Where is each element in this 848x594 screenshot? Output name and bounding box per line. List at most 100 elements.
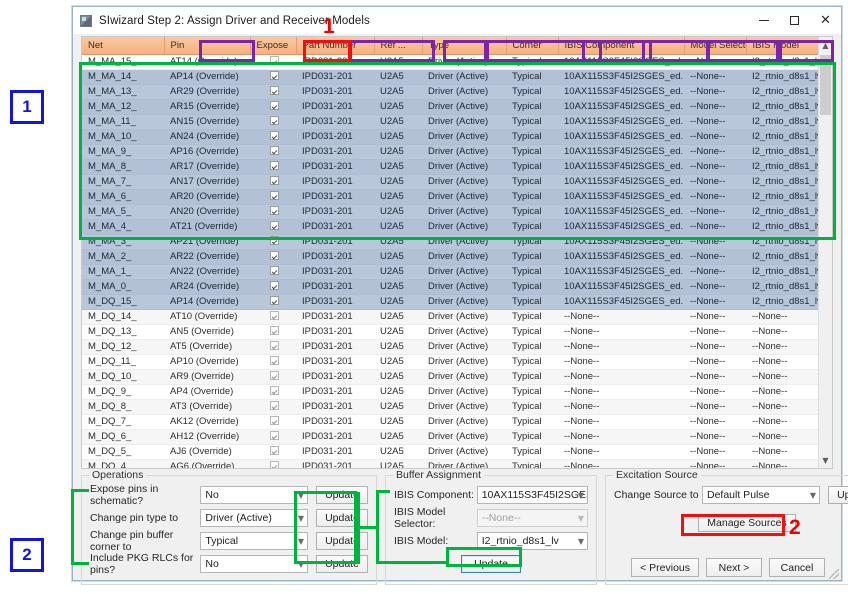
table-row[interactable]: M_DQ_11_ AP10 (Override) IPD031-201 U2A5 Dri… (82, 354, 832, 370)
checkbox-icon[interactable] (269, 56, 279, 65)
checkbox-icon[interactable] (269, 281, 279, 290)
buffer-update-button[interactable]: Update (461, 555, 521, 573)
table-row[interactable]: M_MA_15_ AT14 (Override) IPD031-201 U2A5 Dri… (82, 54, 832, 70)
checkbox-icon[interactable] (269, 401, 279, 410)
table-row[interactable]: M_MA_6_ AR20 (Override) IPD031-201 U2A5 Driv… (82, 189, 832, 205)
cancel-button[interactable]: Cancel (769, 558, 825, 577)
table-row[interactable]: M_MA_8_ AR17 (Override) IPD031-201 U2A5 Driv… (82, 159, 832, 175)
cell-expose (250, 414, 296, 430)
checkbox-icon[interactable] (269, 296, 279, 305)
column-header-net[interactable]: Net (82, 37, 165, 55)
table-row[interactable]: M_MA_12_ AR15 (Override) IPD031-201 U2A5 Dri… (82, 99, 832, 115)
operation-row-buffer-corner: Change pin buffer corner to Typical ▼ Up… (90, 529, 368, 553)
table-row[interactable]: M_MA_3_ AP21 (Override) IPD031-201 U2A5 Driv… (82, 234, 832, 250)
table-row[interactable]: M_MA_5_ AN20 (Override) IPD031-201 U2A5 Driv… (82, 204, 832, 220)
checkbox-icon[interactable] (269, 416, 279, 425)
scrollbar-thumb[interactable] (820, 55, 831, 115)
table-row[interactable]: M_DQ_8_ AT3 (Override) IPD031-201 U2A5 Drive… (82, 399, 832, 415)
checkbox-icon[interactable] (269, 146, 279, 155)
checkbox-icon[interactable] (269, 386, 279, 395)
next-button[interactable]: Next > (706, 558, 762, 577)
ibis-model-label: IBIS Model: (394, 535, 449, 547)
table-row[interactable]: M_MA_14_ AP14 (Override) IPD031-201 U2A5 Dri… (82, 69, 832, 85)
column-header-part-number[interactable]: Part Number (296, 37, 375, 55)
table-row[interactable]: M_DQ_15_ AP14 (Override) IPD031-201 U2A5 Dri… (82, 294, 832, 310)
column-header-expose[interactable]: Expose (250, 37, 297, 55)
column-header-ref[interactable]: Ref ... (374, 37, 423, 55)
checkbox-icon[interactable] (269, 116, 279, 125)
table-row[interactable]: M_DQ_10_ AR9 (Override) IPD031-201 U2A5 Driv… (82, 369, 832, 385)
pin-assignment-grid[interactable]: Net Pin Expose Part Number Ref ... Type … (81, 36, 833, 469)
table-row[interactable]: M_DQ_6_ AH12 (Override) IPD031-201 U2A5 Driv… (82, 429, 832, 445)
column-header-pin[interactable]: Pin (164, 37, 251, 55)
column-header-corner[interactable]: Corner (506, 37, 559, 55)
table-row[interactable]: M_MA_11_ AN15 (Override) IPD031-201 U2A5 Dri… (82, 114, 832, 130)
checkbox-icon[interactable] (269, 86, 279, 95)
column-header-ibis-component[interactable]: IBIS Component (558, 37, 685, 55)
table-row[interactable]: M_MA_2_ AR22 (Override) IPD031-201 U2A5 Driv… (82, 249, 832, 265)
ibis-component-combo[interactable]: 10AX115S3F45I2SGES_ed_synth ▼ (476, 486, 588, 504)
table-row[interactable]: M_DQ_13_ AN5 (Override) IPD031-201 U2A5 Driv… (82, 324, 832, 340)
manage-sources-button[interactable]: Manage Sources (698, 514, 796, 532)
expose-pins-update-button[interactable]: Update (316, 486, 368, 504)
table-row[interactable]: M_MA_9_ AP16 (Override) IPD031-201 U2A5 Driv… (82, 144, 832, 160)
table-row[interactable]: M_DQ_9_ AP4 (Override) IPD031-201 U2A5 Drive… (82, 384, 832, 400)
checkbox-icon[interactable] (269, 101, 279, 110)
checkbox-icon[interactable] (269, 176, 279, 185)
table-row[interactable]: M_MA_1_ AN22 (Override) IPD031-201 U2A5 Driv… (82, 264, 832, 280)
minimize-button[interactable] (748, 7, 779, 34)
operations-legend: Operations (89, 469, 147, 481)
checkbox-icon[interactable] (269, 161, 279, 170)
pkg-rlcs-combo[interactable]: No ▼ (200, 555, 308, 573)
excitation-update-button[interactable]: Update (828, 486, 848, 504)
checkbox-icon[interactable] (269, 356, 279, 365)
table-row[interactable]: M_DQ_5_ AJ6 (Override) IPD031-201 U2A5 Drive… (82, 444, 832, 460)
table-row[interactable]: M_DQ_7_ AK12 (Override) IPD031-201 U2A5 Driv… (82, 414, 832, 430)
vertical-scrollbar[interactable]: ▲ ▼ (818, 37, 832, 468)
table-row[interactable]: M_DQ_4_ AG6 (Override) IPD031-201 U2A5 Drive… (82, 459, 832, 468)
pkg-rlcs-update-button[interactable]: Update (316, 555, 368, 573)
table-row[interactable]: M_MA_7_ AN17 (Override) IPD031-201 U2A5 Driv… (82, 174, 832, 190)
table-row[interactable]: M_DQ_14_ AT10 (Override) IPD031-201 U2A5 Dri… (82, 309, 832, 325)
checkbox-icon[interactable] (269, 131, 279, 140)
change-source-combo[interactable]: Default Pulse ▼ (702, 486, 820, 504)
previous-button[interactable]: < Previous (631, 558, 699, 577)
checkbox-icon[interactable] (269, 236, 279, 245)
table-row[interactable]: M_MA_4_ AT21 (Override) IPD031-201 U2A5 Driv… (82, 219, 832, 235)
buffer-corner-combo[interactable]: Typical ▼ (200, 532, 308, 550)
checkbox-icon[interactable] (269, 251, 279, 260)
buffer-corner-update-button[interactable]: Update (316, 532, 368, 550)
checkbox-icon[interactable] (269, 431, 279, 440)
ibis-model-combo[interactable]: I2_rtnio_d8s1_lv ▼ (476, 532, 588, 550)
checkbox-icon[interactable] (269, 446, 279, 455)
checkbox-icon[interactable] (269, 461, 279, 468)
checkbox-icon[interactable] (269, 266, 279, 275)
pin-type-update-button[interactable]: Update (316, 509, 368, 527)
table-row[interactable]: M_MA_10_ AN24 (Override) IPD031-201 U2A5 Dri… (82, 129, 832, 145)
cell-ref: U2A5 (374, 264, 422, 280)
table-row[interactable]: M_DQ_12_ AT5 (Override) IPD031-201 U2A5 Driv… (82, 339, 832, 355)
table-row[interactable]: M_MA_0_ AR24 (Override) IPD031-201 U2A5 Driv… (82, 279, 832, 295)
checkbox-icon[interactable] (269, 206, 279, 215)
column-header-type[interactable]: Type (422, 37, 507, 55)
window-resize-grip[interactable] (829, 569, 839, 579)
cell-part-number: IPD031-201 (296, 294, 374, 310)
column-header-model-selector[interactable]: Model Selector (684, 37, 747, 55)
maximize-button[interactable] (779, 7, 810, 34)
checkbox-icon[interactable] (269, 341, 279, 350)
table-row[interactable]: M_MA_13_ AR29 (Override) IPD031-201 U2A5 Dri… (82, 84, 832, 100)
scroll-down-icon[interactable]: ▼ (819, 452, 832, 468)
checkbox-icon[interactable] (269, 326, 279, 335)
cell-ibis-component: 10AX115S3F45I2SGES_ed... (558, 204, 684, 220)
checkbox-icon[interactable] (269, 221, 279, 230)
pin-type-combo[interactable]: Driver (Active) ▼ (200, 509, 308, 527)
checkbox-icon[interactable] (269, 191, 279, 200)
checkbox-icon[interactable] (269, 371, 279, 380)
close-icon[interactable]: ✕ (810, 7, 841, 34)
buffer-row-ibis-component: IBIS Component: 10AX115S3F45I2SGES_ed_sy… (394, 486, 588, 504)
checkbox-icon[interactable] (269, 311, 279, 320)
column-header-excitation-source[interactable]: Excitation Source (832, 37, 833, 55)
scroll-up-icon[interactable]: ▲ (819, 37, 832, 53)
checkbox-icon[interactable] (269, 71, 279, 80)
expose-pins-combo[interactable]: No ▼ (200, 486, 308, 504)
